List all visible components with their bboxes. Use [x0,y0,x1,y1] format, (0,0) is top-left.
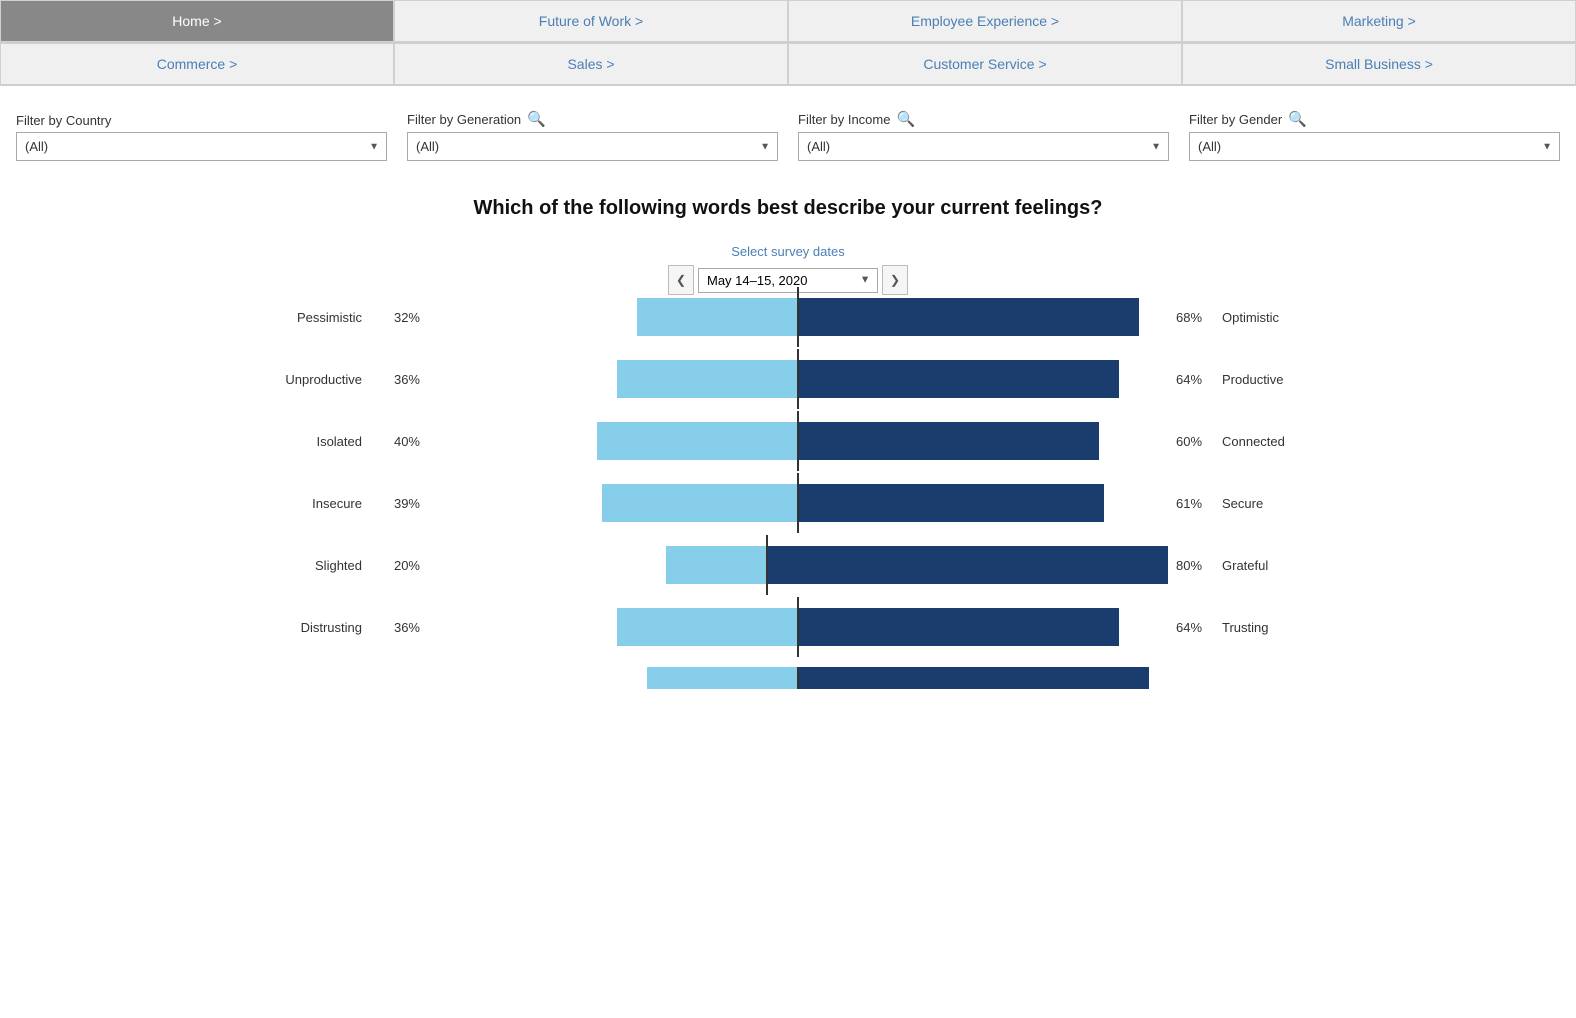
filter-country-group: Filter by Country (All) [16,113,387,161]
pct-right-4: 80% [1168,558,1218,573]
chart-row-4: Slighted 20% 80% Grateful [238,543,1338,587]
filter-gender-label: Filter by Gender 🔍 [1189,110,1560,128]
pct-right-0: 68% [1168,310,1218,325]
filter-country-select[interactable]: (All) [16,132,387,161]
label-left-4: Slighted [238,558,378,573]
pct-right-3: 61% [1168,496,1218,511]
bar-left-0 [637,298,797,336]
bar-left-1 [617,360,797,398]
pct-left-0: 32% [378,310,428,325]
filter-country-label: Filter by Country [16,113,387,128]
label-right-0: Optimistic [1218,310,1338,325]
chart-container: Pessimistic 32% 68% Optimistic Unproduct… [238,295,1338,689]
income-search-icon: 🔍 [896,110,915,128]
filter-gender-select[interactable]: (All) [1189,132,1560,161]
label-right-2: Connected [1218,434,1338,449]
chart-row-5: Distrusting 36% 64% Trusting [238,605,1338,649]
gender-search-icon: 🔍 [1288,110,1307,128]
bar-left-5 [617,608,797,646]
chart-row-3: Insecure 39% 61% Secure [238,481,1338,525]
filter-income-label: Filter by Income 🔍 [798,110,1169,128]
pct-right-2: 60% [1168,434,1218,449]
label-right-5: Trusting [1218,620,1338,635]
pct-left-1: 36% [378,372,428,387]
nav-employee-experience[interactable]: Employee Experience > [788,0,1182,42]
filter-income-select[interactable]: (All) [798,132,1169,161]
nav-small-business[interactable]: Small Business > [1182,43,1576,85]
filters-section: Filter by Country (All) Filter by Genera… [0,86,1576,177]
label-left-0: Pessimistic [238,310,378,325]
pct-right-5: 64% [1168,620,1218,635]
filter-country-wrapper: (All) [16,132,387,161]
bar-right-4 [768,546,1168,584]
chart-row-2: Isolated 40% 60% Connected [238,419,1338,463]
chart-row-1: Unproductive 36% 64% Productive [238,357,1338,401]
label-right-4: Grateful [1218,558,1338,573]
bar-left-3 [602,484,797,522]
filter-income-group: Filter by Income 🔍 (All) [798,110,1169,161]
chart-title: Which of the following words best descri… [40,197,1536,220]
nav-sales[interactable]: Sales > [394,43,788,85]
bars-area-5 [428,597,1168,657]
chart-row-0: Pessimistic 32% 68% Optimistic [238,295,1338,339]
pct-right-1: 64% [1168,372,1218,387]
nav-commerce[interactable]: Commerce > [0,43,394,85]
filter-generation-wrapper: (All) [407,132,778,161]
nav-row-1: Home > Future of Work > Employee Experie… [0,0,1576,43]
filter-gender-wrapper: (All) [1189,132,1560,161]
label-right-3: Secure [1218,496,1338,511]
bars-area-3 [428,473,1168,533]
date-select-label: Select survey dates [731,244,844,259]
bars-area-1 [428,349,1168,409]
filter-generation-select[interactable]: (All) [407,132,778,161]
chart-row-6 [238,667,1338,689]
filter-income-wrapper: (All) [798,132,1169,161]
bar-right-2 [799,422,1099,460]
bars-area-4 [428,535,1168,595]
bars-area-0 [428,287,1168,347]
label-left-3: Insecure [238,496,378,511]
label-left-1: Unproductive [238,372,378,387]
pct-left-4: 20% [378,558,428,573]
pct-left-5: 36% [378,620,428,635]
generation-search-icon: 🔍 [527,110,546,128]
pct-left-2: 40% [378,434,428,449]
nav-home[interactable]: Home > [0,0,394,42]
nav-customer-service[interactable]: Customer Service > [788,43,1182,85]
chart-section: Which of the following words best descri… [0,177,1576,747]
nav-future-of-work[interactable]: Future of Work > [394,0,788,42]
bars-area-2 [428,411,1168,471]
label-right-1: Productive [1218,372,1338,387]
pct-left-3: 39% [378,496,428,511]
bar-right-5 [799,608,1119,646]
label-left-2: Isolated [238,434,378,449]
label-left-5: Distrusting [238,620,378,635]
nav-row-2: Commerce > Sales > Customer Service > Sm… [0,43,1576,86]
bar-right-1 [799,360,1119,398]
bar-left-2 [597,422,797,460]
bar-right-0 [799,298,1139,336]
nav-marketing[interactable]: Marketing > [1182,0,1576,42]
filter-generation-label: Filter by Generation 🔍 [407,110,778,128]
bar-left-4 [666,546,766,584]
bar-right-3 [799,484,1104,522]
filter-generation-group: Filter by Generation 🔍 (All) [407,110,778,161]
filter-gender-group: Filter by Gender 🔍 (All) [1189,110,1560,161]
